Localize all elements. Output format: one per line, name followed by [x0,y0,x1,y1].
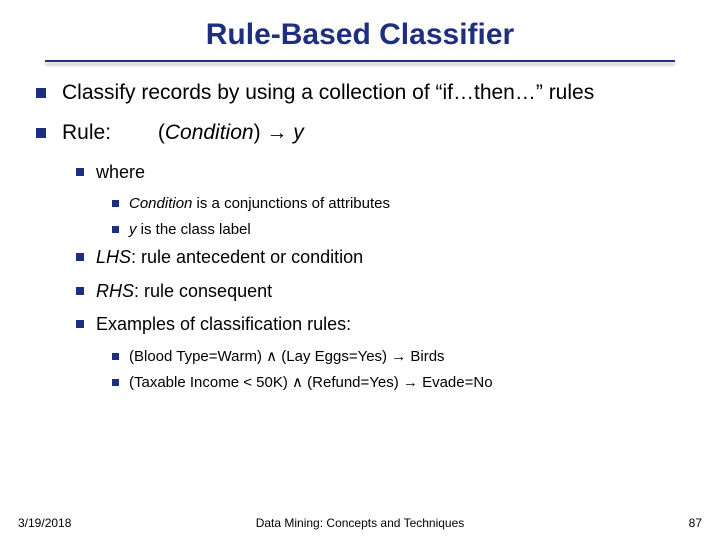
square-bullet-icon [112,200,119,207]
square-bullet-icon [76,253,84,261]
bullet-text: (Taxable Income < 50K) ∧ (Refund=Yes) → … [129,373,690,393]
paren-close: ) [254,121,261,144]
lhs-label: LHS [96,247,131,267]
condition-word: Condition [129,195,192,212]
bullet-text: y is the class label [129,220,690,240]
bullet-level2: LHS: rule antecedent or condition [76,246,690,269]
bullet-level3: (Blood Type=Warm) ∧ (Lay Eggs=Yes) → Bir… [112,347,690,367]
square-bullet-icon [112,353,119,360]
y-symbol: y [129,221,137,238]
bullet-text: LHS: rule antecedent or condition [96,246,690,269]
text-fragment: : rule consequent [134,281,272,301]
bullet-text: Rule: (Condition) → y [62,120,690,146]
arrow: → [261,121,294,144]
bullet-level3: (Taxable Income < 50K) ∧ (Refund=Yes) → … [112,373,690,393]
bullet-text: Condition is a conjunctions of attribute… [129,194,690,214]
square-bullet-icon [36,88,46,98]
y-symbol: y [293,121,304,144]
square-bullet-icon [36,128,46,138]
bullet-text: where [96,161,690,184]
condition-word: Condition [165,121,254,144]
text-fragment: is the class label [137,221,251,238]
square-bullet-icon [76,168,84,176]
slide-footer: 3/19/2018 Data Mining: Concepts and Tech… [0,516,720,530]
square-bullet-icon [76,287,84,295]
paren-open: ( [158,121,165,144]
footer-title: Data Mining: Concepts and Techniques [0,516,720,530]
bullet-level2: RHS: rule consequent [76,280,690,303]
bullet-text: Examples of classification rules: [96,313,690,336]
bullet-text: RHS: rule consequent [96,280,690,303]
text-fragment: is a conjunctions of attributes [192,195,390,212]
title-underline [45,60,675,62]
bullet-level3: Condition is a conjunctions of attribute… [112,194,690,214]
text-fragment: : rule antecedent or condition [131,247,363,267]
square-bullet-icon [112,226,119,233]
bullet-text: Classify records by using a collection o… [62,80,690,106]
slide-title: Rule-Based Classifier [30,18,690,52]
bullet-text: (Blood Type=Warm) ∧ (Lay Eggs=Yes) → Bir… [129,347,690,367]
slide-content: Classify records by using a collection o… [30,80,690,393]
bullet-level1: Rule: (Condition) → y [36,120,690,146]
footer-page-number: 87 [689,516,702,530]
rhs-label: RHS [96,281,134,301]
footer-date: 3/19/2018 [18,516,71,530]
bullet-level2: where [76,161,690,184]
bullet-level2: Examples of classification rules: [76,313,690,336]
square-bullet-icon [76,320,84,328]
rule-label: Rule: [62,120,152,146]
square-bullet-icon [112,379,119,386]
bullet-level1: Classify records by using a collection o… [36,80,690,106]
bullet-level3: y is the class label [112,220,690,240]
